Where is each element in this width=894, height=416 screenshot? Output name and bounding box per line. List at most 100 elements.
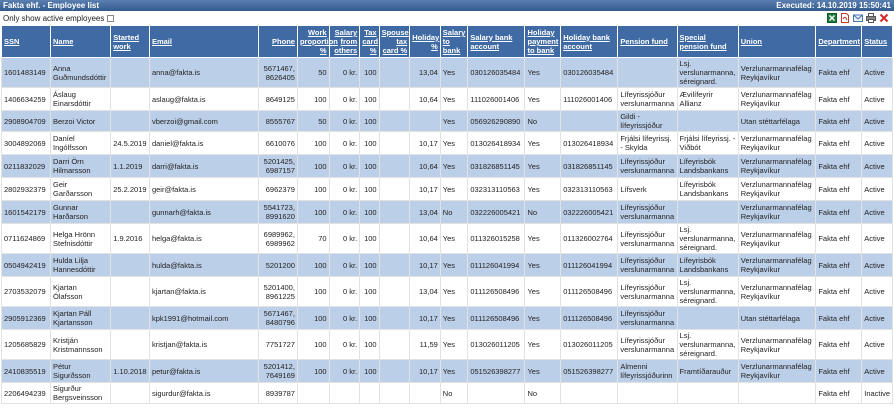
cell-salary-bank-account: 011126041994 bbox=[467, 253, 526, 277]
cell-name: Sigurður Bergsveinsson bbox=[49, 382, 112, 404]
cell-email: kristjan@fakta.is bbox=[148, 329, 260, 360]
cell-name: Geir Garðarsson bbox=[49, 177, 112, 201]
cell-name: Áslaug Einarsdóttir bbox=[49, 87, 112, 111]
cell-department: Fakta ehf bbox=[815, 329, 863, 360]
cell-holiday-bank-account: 031826851145 bbox=[560, 154, 619, 178]
cell-work-proportion: 70 bbox=[296, 223, 330, 254]
table-row[interactable]: 3004892069 Daníel Ingólfsson 24.5.2019 dani… bbox=[1, 131, 893, 155]
cell-salary-from-others: 0 kr. bbox=[328, 253, 361, 277]
cell-phone: 5671467, 8626405 bbox=[258, 57, 298, 88]
excel-icon[interactable] bbox=[827, 13, 837, 23]
table-row[interactable]: 2206494239 Sigurður Bergsveinsson sigurdur… bbox=[1, 382, 893, 404]
table-row[interactable]: 2802932379 Geir Garðarsson 25.2.2019 geir@f… bbox=[1, 177, 893, 201]
cell-holiday-percent bbox=[409, 382, 441, 404]
table-row[interactable]: 2908904709 Berzoi Victor vberzoi@gmail.com… bbox=[1, 110, 893, 132]
cell-started-work: 1.1.2019 bbox=[110, 154, 150, 178]
cell-salary-from-others: 0 kr. bbox=[328, 200, 361, 224]
cell-department: Fakta ehf bbox=[815, 154, 863, 178]
executed-timestamp: Executed: 14.10.2019 15:50:41 bbox=[776, 1, 891, 10]
column-header-department[interactable]: Department bbox=[815, 25, 863, 58]
column-header-pension-fund[interactable]: Pension fund bbox=[617, 25, 678, 58]
cell-salary-bank-account bbox=[467, 382, 526, 404]
pdf-icon[interactable] bbox=[840, 13, 850, 23]
email-icon[interactable] bbox=[853, 13, 863, 23]
table-row[interactable]: 0711624869 Helga Hrönn Stefnisdóttir 1.9.2… bbox=[1, 223, 893, 254]
cell-spouse-tax-card bbox=[378, 306, 411, 330]
column-header-tax-card[interactable]: Tax card % bbox=[359, 25, 380, 58]
column-header-holiday-bank-account[interactable]: Holiday bank account bbox=[560, 25, 619, 58]
column-header-union[interactable]: Union bbox=[737, 25, 817, 58]
cell-name: Kjartan Ólafsson bbox=[49, 276, 112, 307]
cell-status: Active bbox=[861, 87, 893, 111]
cell-tax-card: 100 bbox=[359, 87, 380, 111]
column-header-spouse-tax-card[interactable]: Spouse tax card % bbox=[378, 25, 411, 58]
cell-tax-card: 100 bbox=[359, 276, 380, 307]
table-row[interactable]: 2410835519 Pétur Sigurðsson 1.10.2018 petur… bbox=[1, 359, 893, 383]
column-header-special-pension-fund[interactable]: Special pension fund bbox=[676, 25, 739, 58]
cell-pension-fund bbox=[617, 382, 678, 404]
table-row[interactable]: 1601483149 Anna Guðmundsdóttir anna@fakta.… bbox=[1, 57, 893, 88]
cell-work-proportion: 100 bbox=[296, 359, 330, 383]
print-icon[interactable] bbox=[866, 13, 876, 23]
cell-union: Verzlunarmannafélag Reykjavíkur bbox=[737, 200, 817, 224]
column-header-email[interactable]: Email bbox=[148, 25, 260, 58]
table-row[interactable]: 1205685829 Kristján Kristmannsson kristjan… bbox=[1, 329, 893, 360]
cell-holiday-bank-account: 011326002764 bbox=[560, 223, 619, 254]
cell-email: daniel@fakta.is bbox=[148, 131, 260, 155]
cell-holiday-payment-to-bank: Yes bbox=[524, 131, 562, 155]
cell-holiday-bank-account bbox=[560, 382, 619, 404]
column-header-holiday-payment-to-bank[interactable]: Holiday payment to bank bbox=[524, 25, 562, 58]
active-filter[interactable]: Only show active employees bbox=[3, 14, 115, 23]
column-header-status[interactable]: Status bbox=[861, 25, 893, 58]
cell-status: Active bbox=[861, 276, 893, 307]
cell-ssn: 2908904709 bbox=[1, 110, 51, 132]
cell-salary-from-others bbox=[328, 382, 361, 404]
column-header-name[interactable]: Name bbox=[49, 25, 112, 58]
cell-salary-bank-account: 032226005421 bbox=[467, 200, 526, 224]
cell-salary-to-bank: Yes bbox=[439, 253, 469, 277]
column-header-phone[interactable]: Phone bbox=[258, 25, 298, 58]
cell-special-pension-fund bbox=[676, 200, 739, 224]
close-icon[interactable] bbox=[879, 13, 889, 23]
column-header-ssn[interactable]: SSN bbox=[1, 25, 51, 58]
table-row[interactable]: 0211832029 Darri Örn Hilmarsson 1.1.2019 da… bbox=[1, 154, 893, 178]
cell-status: Active bbox=[861, 177, 893, 201]
cell-holiday-bank-account: 032313110563 bbox=[560, 177, 619, 201]
cell-department: Fakta ehf bbox=[815, 359, 863, 383]
cell-salary-to-bank: Yes bbox=[439, 154, 469, 178]
active-filter-checkbox[interactable] bbox=[107, 14, 115, 22]
cell-salary-from-others: 0 kr. bbox=[328, 154, 361, 178]
cell-status: Active bbox=[861, 223, 893, 254]
cell-work-proportion bbox=[296, 382, 330, 404]
column-header-holiday-percent[interactable]: Holiday % bbox=[409, 25, 441, 58]
column-header-salary-bank-account[interactable]: Salary bank account bbox=[467, 25, 526, 58]
cell-started-work: 1.10.2018 bbox=[110, 359, 150, 383]
cell-salary-to-bank: Yes bbox=[439, 329, 469, 360]
cell-work-proportion: 100 bbox=[296, 329, 330, 360]
table-row[interactable]: 1406634259 Áslaug Einarsdóttir aslaug@fakt… bbox=[1, 87, 893, 111]
cell-tax-card: 100 bbox=[359, 110, 380, 132]
cell-email: hulda@fakta.is bbox=[148, 253, 260, 277]
column-header-started-work[interactable]: Started work bbox=[110, 25, 150, 58]
table-row[interactable]: 1601542179 Gunnar Harðarson gunnarh@fakta.… bbox=[1, 200, 893, 224]
cell-spouse-tax-card bbox=[378, 57, 411, 88]
cell-salary-bank-account: 111026001406 bbox=[467, 87, 526, 111]
cell-email: darri@fakta.is bbox=[148, 154, 260, 178]
cell-holiday-payment-to-bank: No bbox=[524, 382, 562, 404]
cell-email: kjartan@fakta.is bbox=[148, 276, 260, 307]
cell-holiday-percent: 10,64 bbox=[409, 87, 441, 111]
cell-phone: 7751727 bbox=[258, 329, 298, 360]
table-row[interactable]: 2905912369 Kjartan Páll Kjartansson kpk199… bbox=[1, 306, 893, 330]
cell-union bbox=[737, 382, 817, 404]
cell-holiday-percent: 10,17 bbox=[409, 359, 441, 383]
cell-holiday-percent: 13,04 bbox=[409, 57, 441, 88]
cell-department: Fakta ehf bbox=[815, 200, 863, 224]
cell-pension-fund: Frjálsi lífeyrissj. - Skylda bbox=[617, 131, 678, 155]
table-row[interactable]: 0504942419 Hulda Lilja Hannesdóttir hulda@… bbox=[1, 253, 893, 277]
column-header-work-proportion[interactable]: Work proportion % bbox=[296, 25, 338, 58]
table-row[interactable]: 2703532079 Kjartan Ólafsson kjartan@fakta.… bbox=[1, 276, 893, 307]
cell-started-work bbox=[110, 253, 150, 277]
cell-department: Fakta ehf bbox=[815, 110, 863, 132]
column-header-salary-to-bank[interactable]: Salary to bank bbox=[439, 25, 469, 58]
cell-salary-bank-account: 056926290890 bbox=[467, 110, 526, 132]
